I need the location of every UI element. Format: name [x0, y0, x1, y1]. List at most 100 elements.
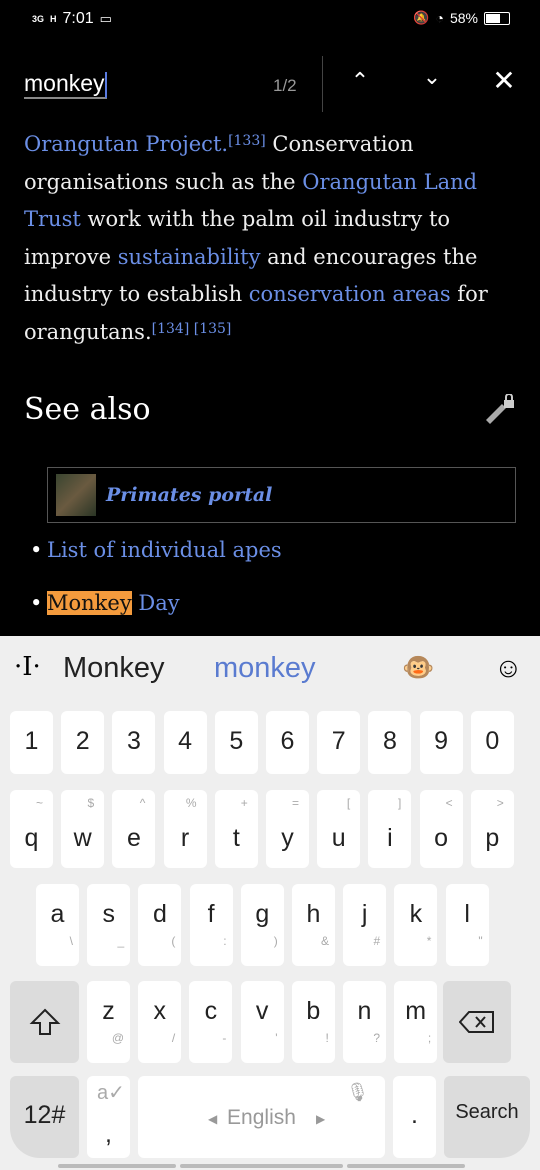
backspace-key[interactable]	[443, 981, 511, 1063]
portal-link[interactable]: Primates portal	[106, 484, 272, 506]
link-list-of-individual-apes[interactable]: List of individual apes	[47, 538, 282, 562]
key-label: x	[153, 997, 166, 1025]
suggestion-2[interactable]: monkey	[214, 652, 316, 685]
key-label: 5	[229, 726, 244, 755]
key-w[interactable]: w $	[61, 790, 105, 868]
battery-percent: 58%	[449, 10, 478, 26]
key-alt-label: \	[69, 934, 73, 948]
key-alt-label: +	[240, 796, 248, 810]
key-i[interactable]: i]	[368, 790, 412, 868]
find-in-page-bar: monkey 1/2 ⌃ ⌄ ✕	[0, 56, 540, 112]
key-6[interactable]: 6	[266, 711, 309, 774]
key-b[interactable]: b!	[291, 981, 335, 1063]
key-0[interactable]: 0	[470, 711, 514, 774]
key-c[interactable]: c-	[189, 981, 233, 1063]
next-match-button[interactable]: ⌄	[417, 64, 447, 90]
link-orangutan-project[interactable]: Orangutan Project.	[24, 132, 228, 156]
key-1[interactable]: 1	[10, 711, 53, 774]
key-e[interactable]: e ^	[112, 790, 156, 868]
key-3[interactable]: 3	[112, 711, 156, 774]
key-y[interactable]: y =	[266, 790, 309, 868]
laptop-icon: ▭	[99, 11, 112, 26]
key-alt-label: ^	[139, 796, 146, 810]
key-x[interactable]: x /	[138, 981, 182, 1063]
search-key[interactable]: Search	[444, 1076, 530, 1158]
key-s[interactable]: s _	[87, 884, 131, 966]
key-4[interactable]: 4	[163, 711, 207, 774]
cursor-move-icon[interactable]: ·I·	[14, 652, 41, 682]
key-label: q	[24, 824, 39, 852]
primates-portal-box[interactable]: Primates portal	[47, 467, 516, 523]
list-item: • List of individual apes	[30, 538, 282, 562]
key-p[interactable]: p >	[470, 790, 514, 868]
key-l[interactable]: l "	[445, 884, 489, 966]
key-label: i	[387, 824, 393, 852]
comma-key[interactable]: , a✓	[87, 1076, 130, 1158]
key-q[interactable]: q ~	[10, 790, 53, 868]
key-5[interactable]: 5	[214, 711, 258, 774]
key-g[interactable]: g)	[240, 884, 284, 966]
key-k[interactable]: k *	[394, 884, 438, 966]
link-conservation-areas[interactable]: conservation areas	[249, 282, 451, 306]
shift-key[interactable]	[10, 981, 79, 1063]
nav-bar	[180, 1164, 343, 1168]
key-label: 2	[75, 726, 90, 755]
key-j[interactable]: j #	[343, 884, 387, 966]
link-monkey-day[interactable]: Monkey Day	[47, 591, 180, 615]
emoji-icon[interactable]: ☺	[494, 652, 523, 684]
key-o[interactable]: o <	[419, 790, 463, 868]
backspace-icon	[458, 1011, 494, 1033]
microphone-icon[interactable]: 🎙	[346, 1082, 369, 1103]
ref-135[interactable]: [135]	[194, 321, 232, 337]
monkey-emoji-suggestion[interactable]: 🐵	[402, 652, 434, 683]
key-r[interactable]: r%	[163, 790, 207, 868]
language-prev-icon: ◀	[208, 1112, 218, 1126]
key-label: n	[357, 997, 372, 1025]
key-d[interactable]: d(	[138, 884, 182, 966]
period-key[interactable]: .	[393, 1076, 436, 1158]
ref-133[interactable]: [133]	[228, 133, 266, 149]
keyboard: ·I· Monkey monkey 🐵 ☺ 1 2 3 4 5 6 7 8 9 0 q ~ w $ e ^ r%…	[0, 636, 540, 1170]
link-sustainability[interactable]: sustainability	[118, 245, 261, 269]
previous-match-button[interactable]: ⌃	[345, 68, 375, 94]
key-u[interactable]: u[	[317, 790, 361, 868]
symbols-key[interactable]: 12#	[10, 1076, 79, 1158]
key-alt-label: >	[496, 796, 504, 810]
key-label: f	[207, 900, 215, 928]
ref-134[interactable]: [134]	[152, 321, 190, 337]
space-key[interactable]: English ◀ ▶ 🎙	[138, 1076, 385, 1158]
autocorrect-icon: a✓	[97, 1082, 125, 1104]
key-2[interactable]: 2	[61, 711, 105, 774]
find-input[interactable]: monkey	[24, 70, 107, 99]
key-t[interactable]: t +	[214, 790, 258, 868]
key-7[interactable]: 7	[317, 711, 361, 774]
key-z[interactable]: z @	[87, 981, 130, 1063]
key-label: v	[255, 997, 269, 1025]
edit-locked-icon[interactable]	[484, 394, 516, 424]
key-m[interactable]: m;	[394, 981, 438, 1063]
key-a[interactable]: a \	[36, 884, 79, 966]
key-9[interactable]: 9	[419, 711, 463, 774]
key-label: ,	[105, 1120, 112, 1148]
key-f[interactable]: f:	[189, 884, 233, 966]
key-alt-label: $	[87, 796, 95, 810]
signal-3g-icon: 3G	[32, 14, 45, 24]
key-alt-label: )	[273, 934, 278, 948]
key-h[interactable]: h &	[292, 884, 335, 966]
key-v[interactable]: v '	[240, 981, 284, 1063]
suggestion-1[interactable]: Monkey	[63, 652, 165, 685]
close-find-button[interactable]: ✕	[489, 64, 519, 97]
language-next-icon: ▶	[316, 1112, 326, 1126]
list-item: • Monkey Day	[30, 591, 180, 615]
key-label: y	[281, 824, 294, 852]
key-label: e	[126, 824, 141, 852]
key-alt-label: ~	[35, 796, 43, 810]
key-label: 12#	[23, 1101, 66, 1129]
key-8[interactable]: 8	[368, 711, 412, 774]
shift-icon	[29, 1008, 60, 1035]
key-label: 9	[434, 726, 449, 755]
key-label: c	[204, 997, 218, 1025]
key-label: 1	[24, 726, 39, 755]
divider	[322, 56, 323, 112]
key-n[interactable]: n?	[343, 981, 386, 1063]
